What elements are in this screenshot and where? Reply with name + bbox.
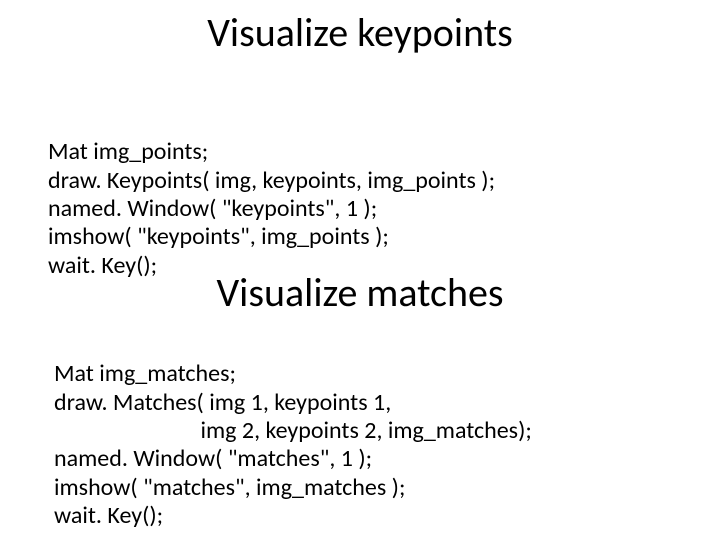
code-line: draw. Matches( img 1, keypoints 1, — [54, 388, 391, 417]
code-line: wait. Key(); — [54, 501, 163, 530]
code-line: draw. Keypoints( img, keypoints, img_poi… — [48, 166, 495, 195]
heading-visualize-matches: Visualize matches — [0, 268, 720, 317]
code-line: img 2, keypoints 2, img_matches); — [54, 416, 532, 445]
code-line: Mat img_points; — [48, 137, 208, 166]
code-line: Mat img_matches; — [54, 359, 236, 388]
code-block-keypoints: Mat img_points; draw. Keypoints( img, ke… — [48, 110, 495, 280]
code-line: named. Window( "keypoints", 1 ); — [48, 194, 377, 223]
code-line: imshow( "matches", img_matches ); — [54, 473, 405, 502]
code-line: imshow( "keypoints", img_points ); — [48, 222, 389, 251]
heading-visualize-keypoints: Visualize keypoints — [0, 8, 720, 57]
slide: Visualize keypoints Mat img_points; draw… — [0, 0, 720, 540]
code-line: named. Window( "matches", 1 ); — [54, 444, 372, 473]
code-block-matches: Mat img_matches; draw. Matches( img 1, k… — [54, 332, 532, 530]
